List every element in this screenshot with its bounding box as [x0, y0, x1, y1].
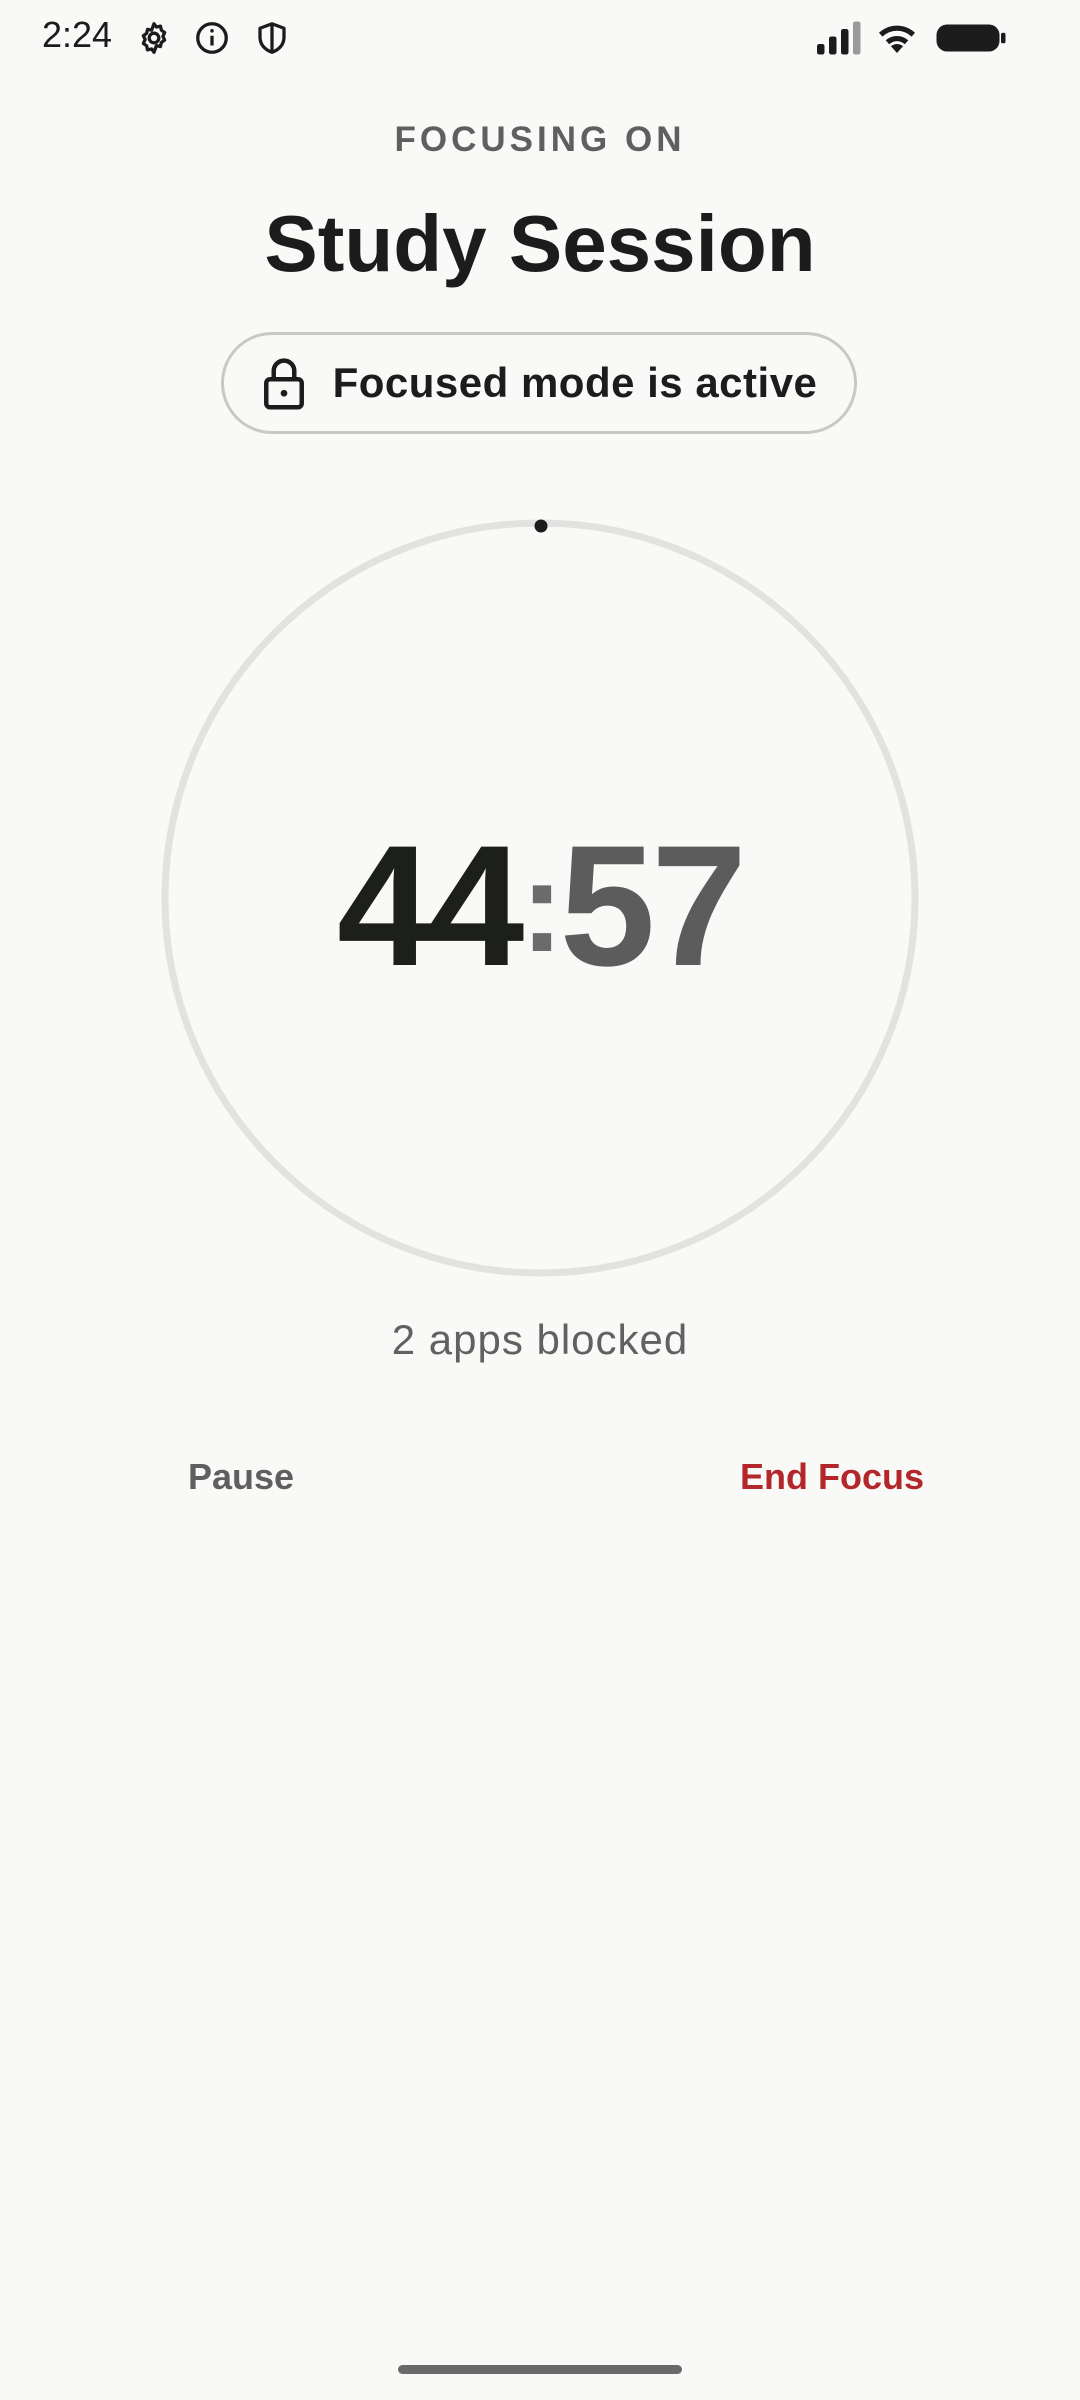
timer-seconds: 57 [559, 810, 747, 1002]
focusing-on-label: FOCUSING ON [394, 120, 686, 159]
timer-minutes: 44 [337, 810, 524, 1002]
shield-icon [254, 20, 290, 56]
apps-blocked-count: 2 apps blocked [391, 1316, 689, 1363]
wifi-icon [874, 20, 920, 56]
home-indicator[interactable] [398, 2365, 682, 2374]
status-bar: 2:24 [0, 0, 1080, 72]
battery-icon [934, 20, 1008, 56]
lock-icon [261, 355, 307, 411]
timer-ring-indicator-dot [534, 519, 548, 533]
countdown-timer: 44:57 [0, 820, 1080, 992]
signal-icon [814, 20, 862, 56]
timer-separator: : [520, 833, 563, 979]
pause-button[interactable]: Pause [178, 1448, 304, 1506]
end-focus-button[interactable]: End Focus [730, 1448, 934, 1506]
session-title: Study Session [264, 199, 816, 288]
status-time: 2:24 [42, 14, 113, 55]
focused-mode-badge: Focused mode is active [221, 332, 857, 434]
info-icon [194, 20, 230, 56]
focused-mode-text: Focused mode is active [332, 359, 818, 406]
settings-gear-icon [136, 20, 172, 56]
